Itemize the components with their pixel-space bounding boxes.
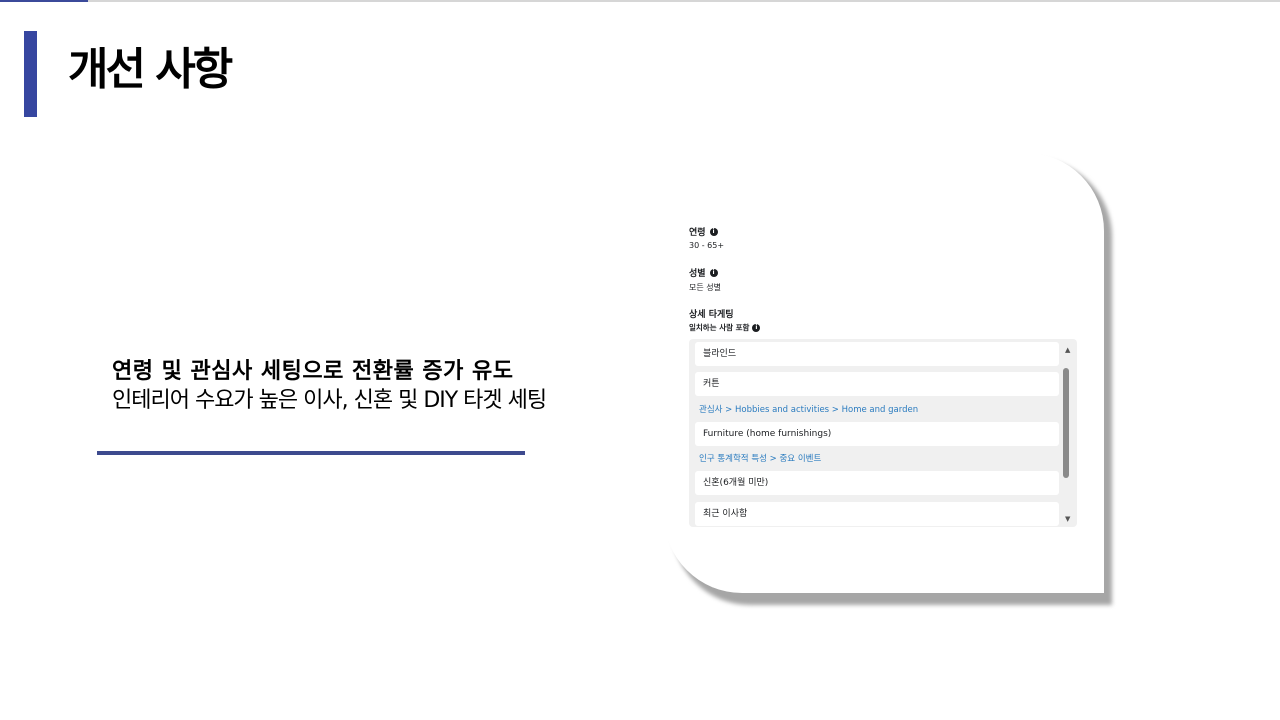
- slide-title: 개선 사항: [68, 44, 233, 95]
- headline: 연령 및 관심사 세팅으로 전환률 증가 유도: [112, 359, 514, 384]
- list-item[interactable]: 커튼: [695, 372, 1059, 396]
- section-divider: [97, 451, 525, 455]
- list-item[interactable]: 블라인드: [695, 342, 1059, 366]
- age-label-text: 연령: [689, 228, 706, 238]
- list-item[interactable]: 최근 이사함: [695, 502, 1059, 526]
- gender-label-text: 성별: [689, 269, 706, 279]
- list-item[interactable]: 신혼(6개월 미만): [695, 471, 1059, 495]
- info-icon[interactable]: i: [709, 268, 718, 277]
- top-rule-accent: [0, 0, 88, 2]
- include-label-text: 일치하는 사람 포함: [689, 323, 750, 332]
- scrollbar-thumb[interactable]: [1063, 368, 1069, 478]
- top-rule: [0, 0, 1280, 2]
- scroll-down-arrow-icon[interactable]: ▼: [1065, 515, 1070, 523]
- subline: 인테리어 수요가 높은 이사, 신혼 및 DIY 타겟 세팅: [112, 388, 547, 413]
- gender-value: 모든 성별: [689, 283, 721, 292]
- title-accent-bar: [24, 31, 37, 117]
- targeting-list[interactable]: 블라인드 커튼 관심사 > Hobbies and activities > H…: [689, 339, 1077, 527]
- include-label: 일치하는 사람 포함 i: [689, 322, 761, 333]
- list-item[interactable]: Furniture (home furnishings): [695, 422, 1059, 446]
- info-icon[interactable]: i: [752, 323, 761, 332]
- targeting-screenshot: 연령 i 30 - 65+ 성별 i 모든 성별 상세 타게팅 일치하는 사람 …: [664, 153, 1104, 593]
- category-path: 관심사 > Hobbies and activities > Home and …: [699, 405, 919, 415]
- age-label: 연령 i: [689, 225, 718, 238]
- age-value: 30 - 65+: [689, 241, 725, 250]
- scroll-up-arrow-icon[interactable]: ▲: [1065, 346, 1070, 354]
- gender-label: 성별 i: [689, 266, 718, 279]
- detailed-targeting-label: 상세 타게팅: [689, 310, 734, 320]
- category-path: 인구 통계학적 특성 > 중요 이벤트: [699, 454, 822, 464]
- info-icon[interactable]: i: [709, 227, 718, 236]
